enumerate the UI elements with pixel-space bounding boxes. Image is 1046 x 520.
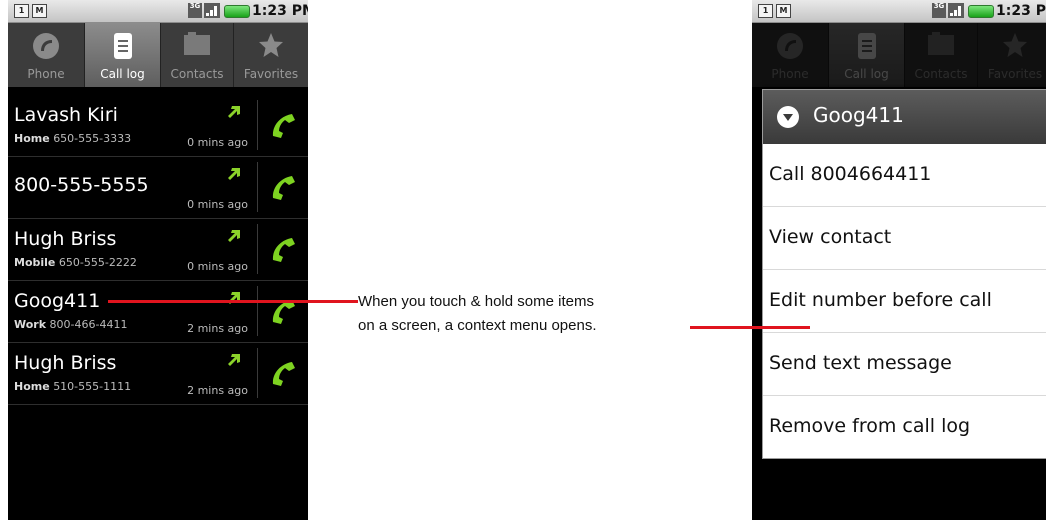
menu-item-send-text[interactable]: Send text message [763,332,1046,395]
callout-line-left [108,300,358,303]
call-time: 2 mins ago [187,322,248,335]
context-menu-title: Goog411 [813,103,904,127]
battery-icon [224,5,250,18]
callout-line-right [690,326,810,329]
row-divider [257,348,258,398]
outgoing-call-arrow-icon [228,230,240,242]
outgoing-call-arrow-icon [228,354,240,366]
tab-label: Favorites [243,67,299,81]
status-time: 1:23 PM [252,3,308,19]
call-time: 0 mins ago [187,136,248,149]
context-menu: Goog411 Call 8004664411 View contact Edi… [762,89,1046,459]
star-icon [259,33,283,57]
menu-item-remove-from-log[interactable]: Remove from call log [763,395,1046,458]
phone-screen-context-menu: 1 M 3G 1:23 PM Phone Call log Contacts F… [752,0,1046,520]
sim-icon: 1 [14,4,29,18]
tab-label: Phone [27,67,65,81]
caller-name: Hugh Briss [14,352,117,374]
signal-icon [204,3,220,18]
row-divider [257,286,258,336]
call-time: 0 mins ago [187,198,248,211]
menu-item-view-contact[interactable]: View contact [763,206,1046,269]
battery-icon [968,5,994,18]
call-button-icon[interactable] [270,360,296,386]
annotation-line-2: on a screen, a context menu opens. [358,317,597,334]
contacts-icon [184,32,210,55]
caller-detail: Home 510-555-1111 [14,380,132,393]
status-time: 1:23 PM [996,3,1046,19]
context-menu-header: Goog411 [763,90,1046,144]
tab-contacts[interactable]: Contacts [161,23,234,87]
sim-icon: 1 [758,4,773,18]
network-3g-icon: 3G [188,3,202,18]
caller-name: 800-555-5555 [14,174,149,196]
signal-icon [948,3,964,18]
row-divider [257,162,258,212]
annotation-line-1: When you touch & hold some items [358,293,594,310]
gmail-icon: M [776,4,791,18]
row-divider [257,100,258,150]
phone-screen-call-log: 1 M 3G 1:23 PM Phone Call log Contacts F… [8,0,308,520]
call-log-row[interactable]: Hugh Briss Mobile 650-555-2222 0 mins ag… [8,218,308,281]
caller-name: Lavash Kiri [14,104,118,126]
call-log-row-goog411[interactable]: Goog411 Work 800-466-4411 2 mins ago [8,280,308,343]
gmail-icon: M [32,4,47,18]
tab-favorites[interactable]: Favorites [234,23,308,87]
tab-bar: Phone Call log Contacts Favorites [8,23,308,87]
call-log-row[interactable]: Lavash Kiri Home 650-555-3333 0 mins ago [8,94,308,157]
menu-item-call[interactable]: Call 8004664411 [763,144,1046,206]
menu-header-chevron-icon [777,106,799,128]
call-time: 2 mins ago [187,384,248,397]
call-time: 0 mins ago [187,260,248,273]
call-log-row[interactable]: Hugh Briss Home 510-555-1111 2 mins ago [8,342,308,405]
menu-item-edit-number[interactable]: Edit number before call [763,269,1046,332]
outgoing-call-arrow-icon [228,168,240,180]
call-button-icon[interactable] [270,174,296,200]
outgoing-call-arrow-icon [228,106,240,118]
caller-detail: Mobile 650-555-2222 [14,256,137,269]
tab-phone[interactable]: Phone [8,23,85,87]
phone-icon [33,33,59,59]
caller-name: Hugh Briss [14,228,117,250]
status-bar: 1 M 3G 1:23 PM [752,0,1046,23]
caller-name: Goog411 [14,290,101,312]
call-button-icon[interactable] [270,112,296,138]
row-divider [257,224,258,274]
caller-detail: Work 800-466-4411 [14,318,128,331]
call-button-icon[interactable] [270,236,296,262]
network-3g-icon: 3G [932,3,946,18]
annotation-caption: When you touch & hold some items on a sc… [358,290,708,338]
call-log-row[interactable]: 800-555-5555 0 mins ago [8,156,308,219]
tab-label: Contacts [170,67,224,81]
caller-detail: Home 650-555-3333 [14,132,132,145]
status-bar: 1 M 3G 1:23 PM [8,0,308,23]
call-log-icon [113,33,132,59]
tab-call-log[interactable]: Call log [85,23,161,87]
tab-label: Call log [100,67,145,81]
